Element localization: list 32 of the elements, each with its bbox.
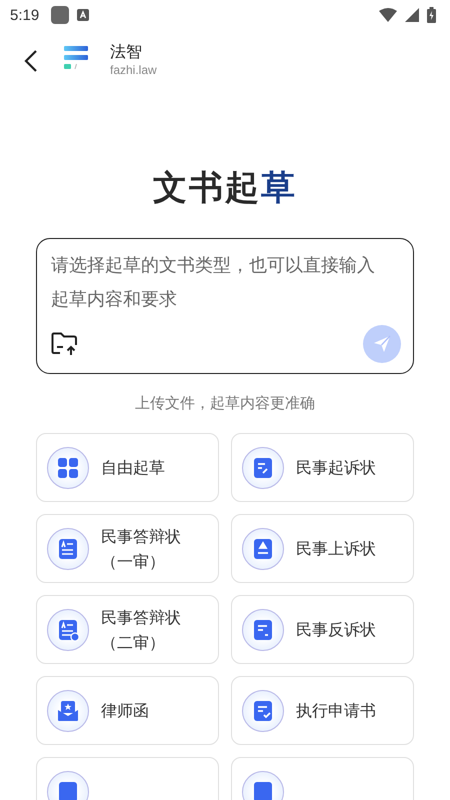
back-icon <box>24 49 38 73</box>
document-icon <box>242 770 284 800</box>
document-type-card[interactable]: 民事起诉状 <box>231 433 414 502</box>
document-list-icon <box>47 528 89 570</box>
input-box[interactable]: 请选择起草的文书类型，也可以直接输入起草内容和要求 <box>36 238 414 374</box>
document-type-card[interactable]: 自由起草 <box>36 433 219 502</box>
document-upload-icon <box>242 528 284 570</box>
battery-icon <box>427 7 436 23</box>
document-type-card[interactable]: 律师函 <box>36 676 219 745</box>
logo-icon <box>64 46 88 72</box>
folder-upload-icon[interactable] <box>51 332 79 356</box>
app-domain: fazhi.law <box>110 62 157 76</box>
document-type-card[interactable]: 执行申请书 <box>231 676 414 745</box>
grid-icon <box>47 446 89 488</box>
send-icon <box>373 335 391 353</box>
document-icon <box>47 770 89 800</box>
document-type-card[interactable]: 民事反诉状 <box>231 595 414 664</box>
wifi-icon <box>379 8 397 22</box>
upload-hint: 上传文件，起草内容更准确 <box>134 394 316 413</box>
document-check-icon <box>242 690 284 732</box>
document-pen-icon <box>242 446 284 488</box>
document-type-card[interactable]: 民事答辩状（一审） <box>36 514 219 583</box>
app-name: 法智 <box>110 42 143 62</box>
notification-icon <box>51 6 70 24</box>
keyboard-icon <box>77 9 90 21</box>
document-type-card[interactable]: 民事上诉状 <box>231 514 414 583</box>
status-time: 5:19 <box>10 6 40 24</box>
signal-icon <box>405 8 419 22</box>
document-list-badge-icon <box>47 608 89 650</box>
document-note-icon <box>242 608 284 650</box>
document-type-card[interactable]: 民事答辩状（二审） <box>36 595 219 664</box>
page-title: 文书起草 <box>152 168 298 208</box>
